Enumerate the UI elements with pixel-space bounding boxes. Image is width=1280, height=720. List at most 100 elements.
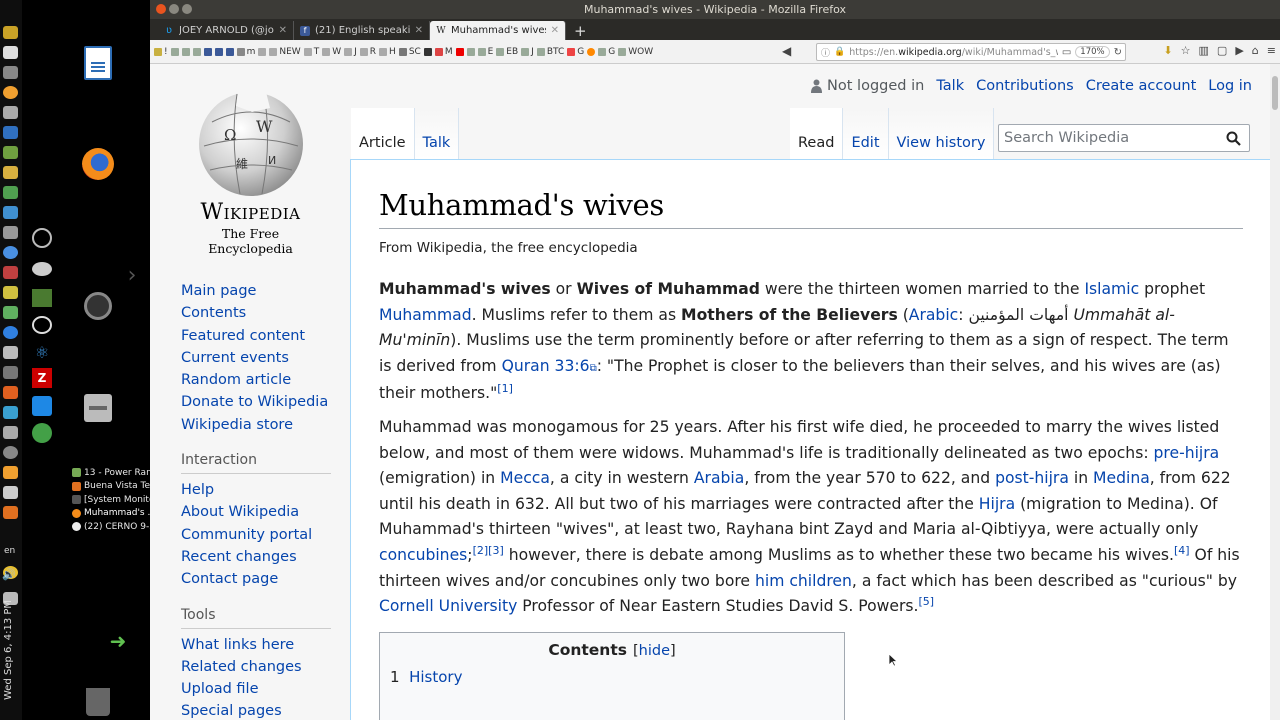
search-icon[interactable] — [1226, 131, 1241, 146]
create-account-link[interactable]: Create account — [1086, 78, 1197, 94]
sidebar-link-upload[interactable]: Upload file — [181, 678, 341, 700]
tab-read[interactable]: Read — [790, 108, 844, 159]
indicator-icon[interactable] — [3, 106, 18, 119]
bookmark-item[interactable]: G — [567, 47, 584, 57]
sidebar-link-main-page[interactable]: Main page — [181, 280, 341, 302]
indicator-icon[interactable] — [3, 66, 18, 79]
article-link[interactable]: Islamic — [1084, 280, 1139, 298]
article-link[interactable]: Muhammad — [379, 306, 472, 324]
bookmark-item[interactable]: R — [359, 47, 376, 57]
download-icon[interactable]: ⬇ — [1163, 44, 1172, 57]
bookmark-item[interactable]: WOW — [618, 47, 653, 57]
bookmark-item[interactable]: SC — [398, 47, 421, 57]
citation-link[interactable]: [2] — [473, 544, 489, 557]
bookmark-item[interactable]: NEW — [269, 47, 301, 57]
bookmark-item[interactable] — [258, 47, 267, 56]
app-icon[interactable] — [32, 396, 52, 416]
bookmark-item[interactable]: BTC — [536, 47, 564, 57]
toc-item[interactable]: 1 History — [390, 668, 834, 686]
article-link[interactable]: Arabia — [694, 469, 744, 487]
close-tab-icon[interactable]: ✕ — [279, 25, 287, 36]
zoom-indicator[interactable]: 170% — [1075, 46, 1110, 58]
tab-talk[interactable]: Talk — [414, 108, 460, 159]
article-link[interactable]: concubines — [379, 546, 467, 564]
indicator-icon[interactable] — [3, 286, 18, 299]
bookmark-item[interactable]: ! — [154, 47, 168, 57]
bookmark-item[interactable] — [466, 47, 475, 56]
reader-view-icon[interactable]: ▭ — [1062, 47, 1071, 58]
bookmark-item[interactable] — [225, 47, 234, 56]
bookmark-item[interactable] — [587, 47, 596, 56]
bookmark-item[interactable]: E — [477, 47, 493, 57]
indicator-icon[interactable] — [3, 466, 18, 479]
article-link[interactable]: post-hijra — [995, 469, 1069, 487]
login-link[interactable]: Log in — [1208, 78, 1252, 94]
indicator-icon[interactable] — [3, 146, 18, 159]
sidebar-link-contact[interactable]: Contact page — [181, 568, 341, 590]
sidebar-link-contents[interactable]: Contents — [181, 302, 341, 324]
indicator-icon[interactable] — [3, 226, 18, 239]
bookmark-item[interactable]: J — [521, 47, 534, 57]
sidebar-link-about[interactable]: About Wikipedia — [181, 501, 341, 523]
indicator-icon[interactable] — [3, 326, 18, 339]
bookmark-item[interactable]: J — [344, 47, 357, 57]
bookmark-item[interactable]: T — [303, 47, 319, 57]
article-link[interactable]: Hijra — [979, 495, 1015, 513]
app-icon[interactable] — [32, 316, 52, 334]
pocket-icon[interactable]: ▢ — [1217, 44, 1227, 57]
sidebar-link-community[interactable]: Community portal — [181, 524, 341, 546]
citation-link[interactable]: [1] — [497, 382, 513, 395]
sidebar-link-help[interactable]: Help — [181, 479, 341, 501]
user-talk-link[interactable]: Talk — [936, 78, 964, 94]
indicator-icon[interactable] — [3, 126, 18, 139]
tab-article[interactable]: Article — [351, 108, 415, 159]
home-icon[interactable]: ⌂ — [1252, 44, 1259, 57]
sidebar-link-related-changes[interactable]: Related changes — [181, 656, 341, 678]
article-link[interactable]: Mecca — [500, 469, 550, 487]
url-text[interactable]: https://en.wikipedia.org/wiki/Muhammad's… — [849, 47, 1058, 58]
close-tab-icon[interactable]: ✕ — [551, 25, 559, 36]
bookmark-item[interactable]: m — [236, 47, 255, 57]
indicator-icon[interactable] — [3, 306, 18, 319]
sidebar-link-featured[interactable]: Featured content — [181, 325, 341, 347]
close-tab-icon[interactable]: ✕ — [415, 25, 423, 36]
indicator-icon[interactable] — [3, 186, 18, 199]
sidebar-link-current-events[interactable]: Current events — [181, 347, 341, 369]
bookmark-item[interactable] — [423, 47, 432, 56]
sidebar-link-recent-changes[interactable]: Recent changes — [181, 546, 341, 568]
indicator-icon[interactable] — [3, 486, 18, 499]
indicator-icon[interactable] — [3, 346, 18, 359]
article-link[interactable]: Quran 33:6⧉ — [502, 357, 597, 375]
volume-icon[interactable]: 🔊 — [2, 568, 18, 582]
toc-hide-link[interactable]: hide — [639, 643, 670, 659]
browser-tab[interactable]: f (21) English speaking ✕ — [294, 21, 430, 40]
menu-icon[interactable]: ≡ — [1267, 44, 1276, 57]
bookmark-item[interactable]: G — [598, 47, 615, 57]
indicator-icon[interactable] — [3, 46, 18, 59]
text-editor-icon[interactable] — [84, 46, 112, 80]
library-icon[interactable]: ▥ — [1199, 44, 1209, 57]
minimize-window-icon[interactable] — [169, 4, 179, 14]
bookmark-item[interactable]: EB — [496, 47, 518, 57]
indicator-icon[interactable] — [3, 246, 18, 259]
keyboard-language[interactable]: en — [4, 546, 15, 556]
archive-icon[interactable] — [84, 394, 112, 422]
app-icon[interactable] — [32, 228, 52, 248]
indicator-icon[interactable] — [3, 446, 18, 459]
new-tab-button[interactable]: + — [566, 21, 595, 40]
article-link[interactable]: him children — [755, 572, 852, 590]
indicator-icon[interactable] — [3, 406, 18, 419]
search-input[interactable]: Search Wikipedia — [998, 124, 1250, 152]
sidebar-link-special[interactable]: Special pages — [181, 700, 341, 720]
bookmark-item[interactable] — [181, 47, 190, 56]
scrollbar-thumb[interactable] — [1272, 76, 1278, 110]
atom-icon[interactable]: ⚛ — [32, 343, 52, 362]
bookmark-item[interactable] — [192, 47, 201, 56]
app-icon[interactable] — [32, 289, 52, 307]
indicator-icon[interactable] — [3, 266, 18, 279]
indicator-icon[interactable] — [3, 426, 18, 439]
sidebar-link-what-links-here[interactable]: What links here — [181, 634, 341, 656]
maximize-window-icon[interactable] — [182, 4, 192, 14]
wikipedia-logo[interactable]: Ω W 維 И Wikipedia The Free Encyclopedia — [178, 82, 323, 256]
bookmark-item[interactable] — [455, 47, 464, 56]
